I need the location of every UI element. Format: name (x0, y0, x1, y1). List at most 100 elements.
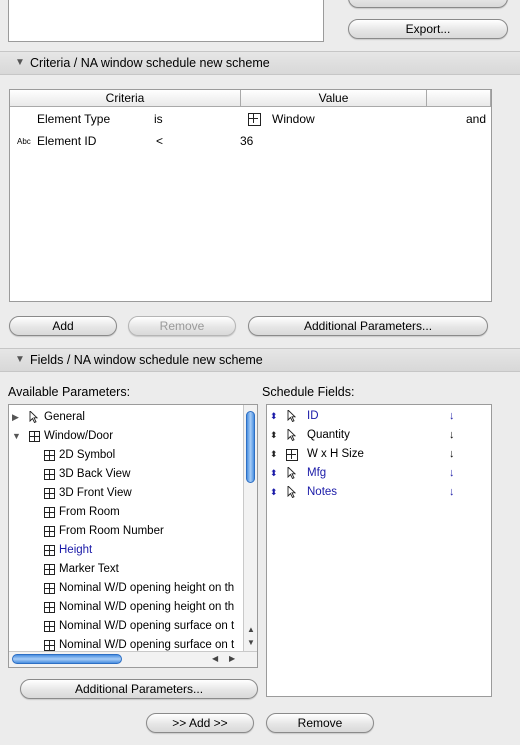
criteria-column-header[interactable]: Criteria (10, 90, 241, 107)
tree-item-label: From Room Number (59, 525, 164, 537)
disclosure-closed-icon[interactable]: ▶ (12, 408, 19, 427)
schedule-field-row[interactable]: ⬍ ID ↓ (267, 407, 491, 426)
schedule-field-row[interactable]: ⬍ Quantity ↓ (267, 426, 491, 445)
tree-item-label: General (44, 411, 85, 423)
criteria-operator: < (156, 134, 164, 148)
disclosure-open-icon[interactable]: ▼ (12, 427, 21, 446)
extra-column-header[interactable] (427, 90, 491, 107)
window-icon (44, 583, 55, 594)
criteria-row[interactable]: Element Type is Window and (10, 110, 491, 129)
tree-item[interactable]: Nominal W/D opening height on th (9, 579, 243, 598)
cursor-icon (287, 486, 296, 498)
vertical-scrollbar[interactable]: ▲ ▼ (243, 405, 257, 653)
export-button[interactable]: Export... (348, 19, 508, 39)
criteria-operator: is (154, 112, 163, 126)
tree-item-label: 3D Back View (59, 468, 131, 480)
criteria-table[interactable]: Criteria Value Element Type is Window an… (9, 89, 492, 302)
schedule-field-row[interactable]: ⬍ Notes ↓ (267, 483, 491, 502)
sort-arrow-icon[interactable]: ↓ (449, 464, 455, 483)
abc-text-icon: Abc (17, 137, 31, 146)
schedule-fields-list[interactable]: ⬍ ID ↓ ⬍ Quantity ↓ ⬍ W x H Size ↓ ⬍ Mfg… (266, 404, 492, 697)
remove-criteria-button[interactable]: Remove (128, 316, 236, 336)
criteria-value: 36 (240, 134, 254, 148)
add-criteria-button[interactable]: Add (9, 316, 117, 336)
tree-item-window-door[interactable]: ▼ Window/Door (9, 427, 243, 446)
window-icon (44, 640, 55, 651)
tree-item-general[interactable]: ▶ General (9, 408, 243, 427)
criteria-join: and (466, 112, 487, 126)
cursor-icon (287, 410, 296, 422)
top-hidden-button[interactable] (348, 0, 508, 8)
vertical-scroll-thumb[interactable] (246, 411, 255, 483)
window-icon (44, 602, 55, 613)
sort-arrow-icon[interactable]: ↓ (449, 483, 455, 502)
scroll-left-arrow-icon[interactable]: ◀ (212, 654, 218, 663)
tree-item[interactable]: From Room (9, 503, 243, 522)
tree-item[interactable]: 3D Back View (9, 465, 243, 484)
tree-item[interactable]: Marker Text (9, 560, 243, 579)
schedule-field-label: Mfg (307, 467, 327, 479)
disclosure-triangle-icon[interactable]: ▼ (15, 52, 25, 74)
tree-item[interactable]: 3D Front View (9, 484, 243, 503)
schedule-field-label: ID (307, 410, 319, 422)
cursor-icon (29, 411, 38, 423)
tree-item-label: Nominal W/D opening surface on t (59, 620, 235, 632)
schedule-field-label: Quantity (307, 429, 350, 441)
tree-item-label: 3D Front View (59, 487, 132, 499)
reorder-handle-icon[interactable]: ⬍ (270, 483, 278, 502)
tree-item[interactable]: 2D Symbol (9, 446, 243, 465)
reorder-handle-icon[interactable]: ⬍ (270, 445, 278, 464)
window-icon (44, 564, 55, 575)
tree-item[interactable]: Nominal W/D opening height on th (9, 598, 243, 617)
scroll-up-arrow-icon[interactable]: ▲ (247, 625, 255, 634)
tree-item-label: Nominal W/D opening height on th (59, 601, 235, 613)
tree-item-label: From Room (59, 506, 120, 518)
criteria-row[interactable]: Abc Element ID < 36 (10, 132, 491, 151)
schedule-field-row[interactable]: ⬍ Mfg ↓ (267, 464, 491, 483)
schedule-field-row[interactable]: ⬍ W x H Size ↓ (267, 445, 491, 464)
criteria-section-header[interactable]: ▼ Criteria / NA window schedule new sche… (0, 51, 520, 75)
tree-item[interactable]: Nominal W/D opening surface on t (9, 617, 243, 636)
horizontal-scroll-thumb[interactable] (12, 654, 122, 664)
fields-section-header[interactable]: ▼ Fields / NA window schedule new scheme (0, 348, 520, 372)
cursor-icon (287, 429, 296, 441)
tree-item-label: Nominal W/D opening height on th (59, 582, 235, 594)
fields-additional-parameters-button[interactable]: Additional Parameters... (20, 679, 258, 699)
window-icon (44, 488, 55, 499)
window-icon (44, 507, 55, 518)
tree-item-label: Marker Text (59, 563, 119, 575)
sort-arrow-icon[interactable]: ↓ (449, 426, 455, 445)
window-icon (248, 113, 261, 126)
reorder-handle-icon[interactable]: ⬍ (270, 464, 278, 483)
window-icon (44, 450, 55, 461)
available-parameters-label: Available Parameters: (8, 385, 131, 399)
horizontal-scrollbar[interactable]: ◀ ▶ (9, 651, 257, 667)
schedule-fields-label: Schedule Fields: (262, 385, 355, 399)
remove-field-button[interactable]: Remove (266, 713, 374, 733)
scroll-down-arrow-icon[interactable]: ▼ (247, 638, 255, 647)
window-icon (286, 449, 298, 461)
criteria-additional-parameters-button[interactable]: Additional Parameters... (248, 316, 488, 336)
fields-section-title: Fields / NA window schedule new scheme (30, 353, 263, 367)
reorder-handle-icon[interactable]: ⬍ (270, 407, 278, 426)
window-icon (44, 545, 55, 556)
cursor-icon (287, 467, 296, 479)
window-icon (44, 621, 55, 632)
top-list-pane (8, 0, 324, 42)
tree-item-label: Window/Door (44, 430, 114, 442)
reorder-handle-icon[interactable]: ⬍ (270, 426, 278, 445)
tree-item[interactable]: Height (9, 541, 243, 560)
window-icon (29, 431, 40, 442)
criteria-value: Window (272, 112, 315, 126)
sort-arrow-icon[interactable]: ↓ (449, 445, 455, 464)
disclosure-triangle-icon[interactable]: ▼ (15, 349, 25, 371)
scroll-right-arrow-icon[interactable]: ▶ (229, 654, 235, 663)
tree-item[interactable]: From Room Number (9, 522, 243, 541)
add-field-button[interactable]: >> Add >> (146, 713, 254, 733)
criteria-name: Element ID (37, 134, 97, 148)
available-parameters-list[interactable]: ▶ General ▼ Window/Door 2D Symbol 3D Bac… (8, 404, 258, 668)
window-icon (44, 526, 55, 537)
value-column-header[interactable]: Value (241, 90, 427, 107)
sort-arrow-icon[interactable]: ↓ (449, 407, 455, 426)
criteria-name: Element Type (37, 112, 111, 126)
